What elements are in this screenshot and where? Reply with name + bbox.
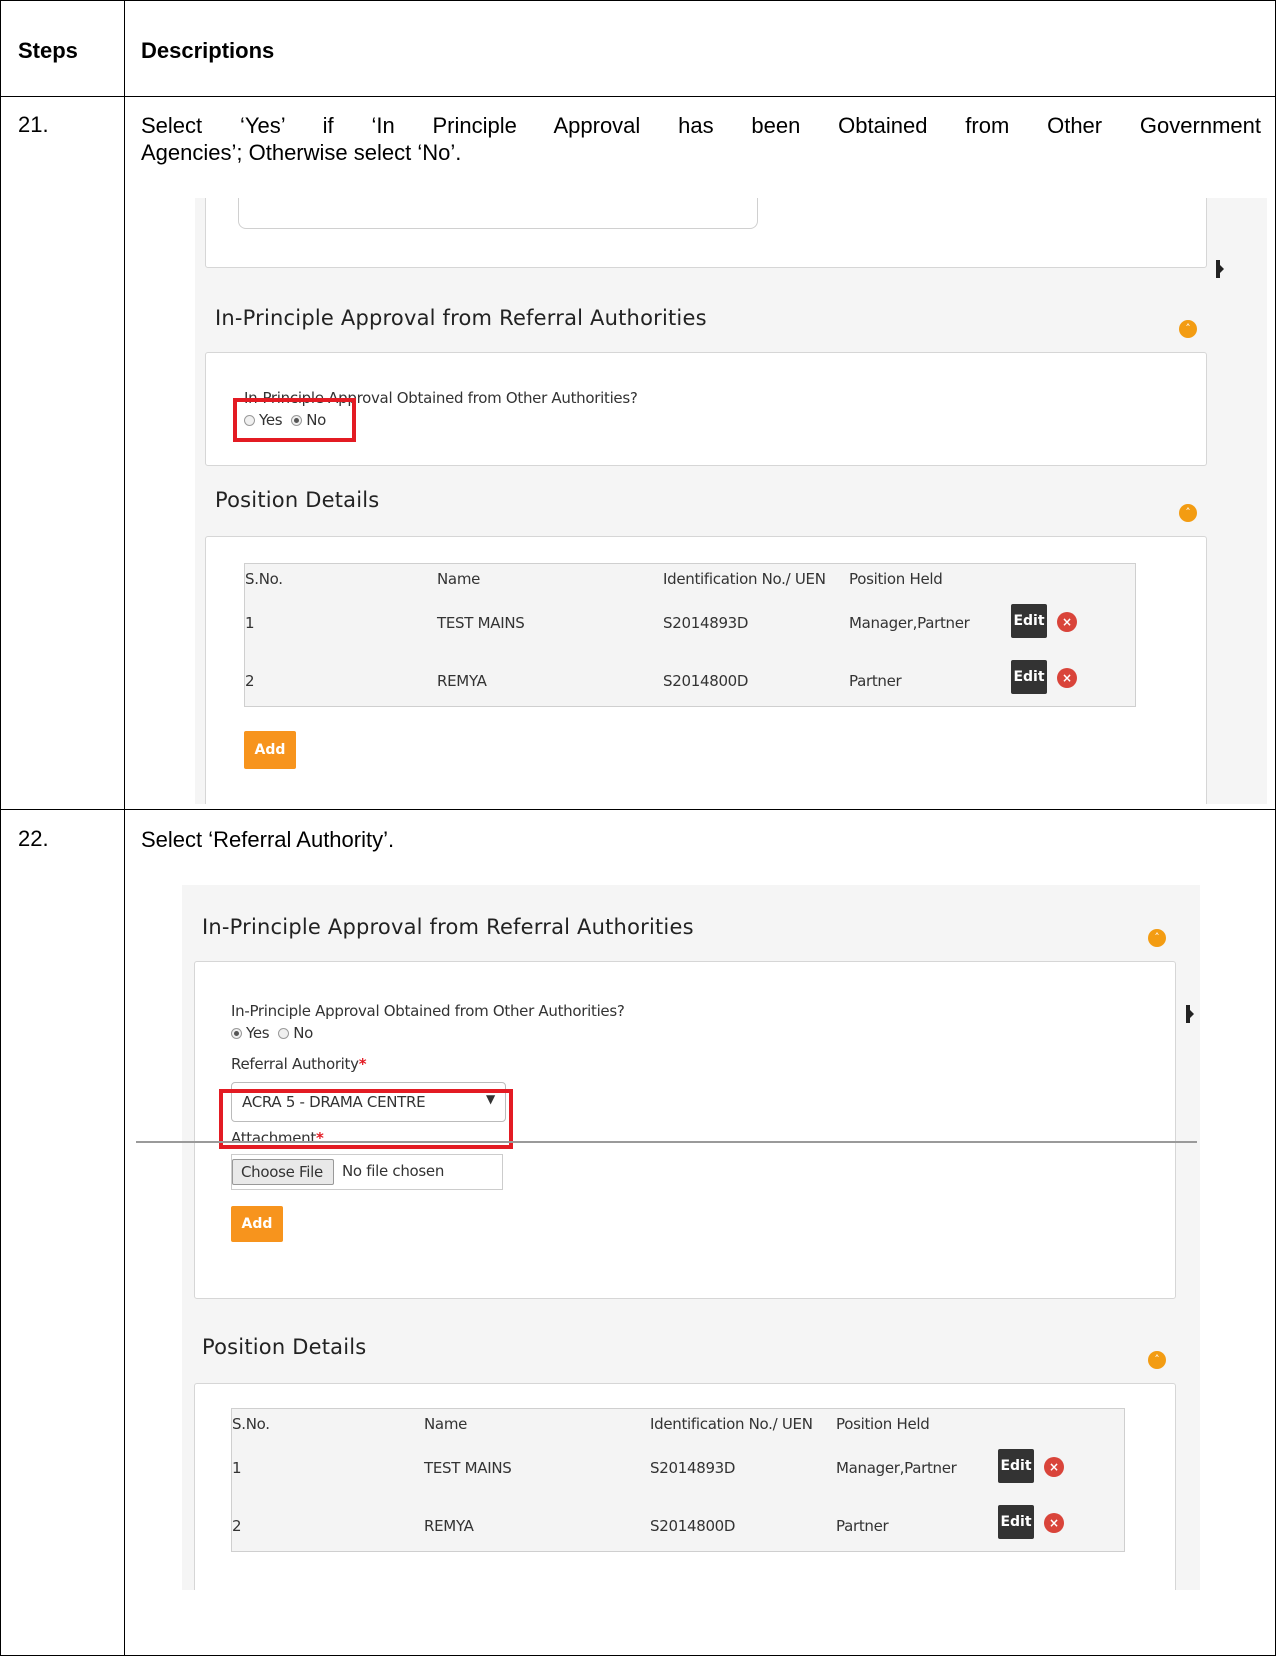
radio-no[interactable]	[278, 1028, 290, 1039]
highlight-box	[219, 1089, 513, 1149]
row2-name: REMYA	[424, 1517, 474, 1535]
delete-icon[interactable]: ×	[1057, 668, 1077, 688]
scroll-marker[interactable]	[1216, 260, 1224, 278]
row1-id: S2014893D	[650, 1459, 736, 1477]
screenshot-bottom-edge	[136, 1141, 1197, 1143]
edit-button[interactable]: Edit	[998, 1505, 1034, 1539]
screenshot-step-21: In-Principle Approval from Referral Auth…	[195, 198, 1267, 804]
step-number-22: 22.	[18, 826, 49, 851]
row2-position: Partner	[836, 1517, 889, 1535]
row1-name: TEST MAINS	[437, 614, 525, 632]
column-divider	[124, 0, 125, 1656]
screenshot-step-22: In-Principle Approval from Referral Auth…	[182, 885, 1200, 1590]
edit-button[interactable]: Edit	[1011, 660, 1047, 694]
step-number-21: 21.	[18, 112, 49, 137]
required-marker: *	[358, 1055, 367, 1073]
edit-button[interactable]: Edit	[1011, 604, 1047, 638]
approval-radio-group: Yes No	[231, 1024, 313, 1042]
collapse-icon[interactable]: ˄	[1148, 1351, 1166, 1369]
col-id: Identification No./ UEN	[663, 570, 826, 588]
row2-sno: 2	[232, 1517, 242, 1535]
collapse-icon[interactable]: ˄	[1179, 504, 1197, 522]
collapse-icon[interactable]: ˄	[1148, 929, 1166, 947]
row1-sno: 1	[245, 614, 255, 632]
col-name: Name	[437, 570, 481, 588]
add-attachment-button[interactable]: Add	[231, 1206, 283, 1242]
col-position: Position Held	[849, 570, 943, 588]
col-sno: S.No.	[232, 1415, 270, 1433]
previous-panel	[205, 198, 1207, 268]
add-position-button[interactable]: Add	[244, 731, 296, 769]
row2-sno: 2	[245, 672, 255, 690]
radio-yes-label: Yes	[246, 1024, 270, 1042]
row2-id: S2014800D	[663, 672, 749, 690]
text-area[interactable]	[238, 198, 758, 229]
position-details-title: Position Details	[215, 488, 380, 512]
choose-file-button[interactable]: Choose File	[232, 1159, 334, 1185]
edit-button[interactable]: Edit	[998, 1449, 1034, 1483]
delete-icon[interactable]: ×	[1044, 1513, 1064, 1533]
row2-position: Partner	[849, 672, 902, 690]
delete-icon[interactable]: ×	[1044, 1457, 1064, 1477]
position-details-title: Position Details	[202, 1335, 367, 1359]
col-id: Identification No./ UEN	[650, 1415, 813, 1433]
position-table: S.No. Name Identification No./ UEN Posit…	[244, 563, 1136, 707]
radio-no-label: No	[293, 1024, 314, 1042]
radio-yes[interactable]	[231, 1028, 242, 1039]
header-descriptions: Descriptions	[141, 38, 275, 63]
scroll-marker[interactable]	[1186, 1005, 1194, 1023]
collapse-icon[interactable]: ˄	[1179, 320, 1197, 338]
row1-name: TEST MAINS	[424, 1459, 512, 1477]
referral-authority-text: Referral Authority	[231, 1055, 359, 1073]
step-21-line2: Agencies’; Otherwise select ‘No’.	[141, 140, 462, 165]
position-panel: S.No. Name Identification No./ UEN Posit…	[205, 536, 1207, 804]
row1-position: Manager,Partner	[836, 1459, 957, 1477]
step-21-line1: Select ‘Yes’ if ‘In Principle Approval h…	[141, 113, 1261, 138]
header-steps: Steps	[18, 38, 78, 63]
header-row-divider	[0, 96, 1276, 97]
referral-authority-label: Referral Authority*	[231, 1055, 367, 1073]
row1-position: Manager,Partner	[849, 614, 970, 632]
choose-file-label: Choose File	[241, 1163, 323, 1181]
row1-id: S2014893D	[663, 614, 749, 632]
row1-sno: 1	[232, 1459, 242, 1477]
delete-icon[interactable]: ×	[1057, 612, 1077, 632]
no-file-text: No file chosen	[342, 1162, 445, 1180]
row-divider	[0, 809, 1276, 810]
position-panel: S.No. Name Identification No./ UEN Posit…	[194, 1383, 1176, 1590]
col-sno: S.No.	[245, 570, 283, 588]
col-position: Position Held	[836, 1415, 930, 1433]
highlight-box	[233, 398, 356, 442]
col-name: Name	[424, 1415, 468, 1433]
attachment-file-input[interactable]: Choose File No file chosen	[231, 1154, 503, 1190]
position-table: S.No. Name Identification No./ UEN Posit…	[231, 1408, 1125, 1552]
approval-question: In-Principle Approval Obtained from Othe…	[231, 1002, 625, 1020]
section-title: In-Principle Approval from Referral Auth…	[215, 306, 707, 330]
step-22-description: Select ‘Referral Authority’.	[141, 827, 395, 852]
step-21-description: Select ‘Yes’ if ‘In Principle Approval h…	[141, 112, 1261, 166]
section-title: In-Principle Approval from Referral Auth…	[202, 915, 694, 939]
row2-id: S2014800D	[650, 1517, 736, 1535]
row2-name: REMYA	[437, 672, 487, 690]
